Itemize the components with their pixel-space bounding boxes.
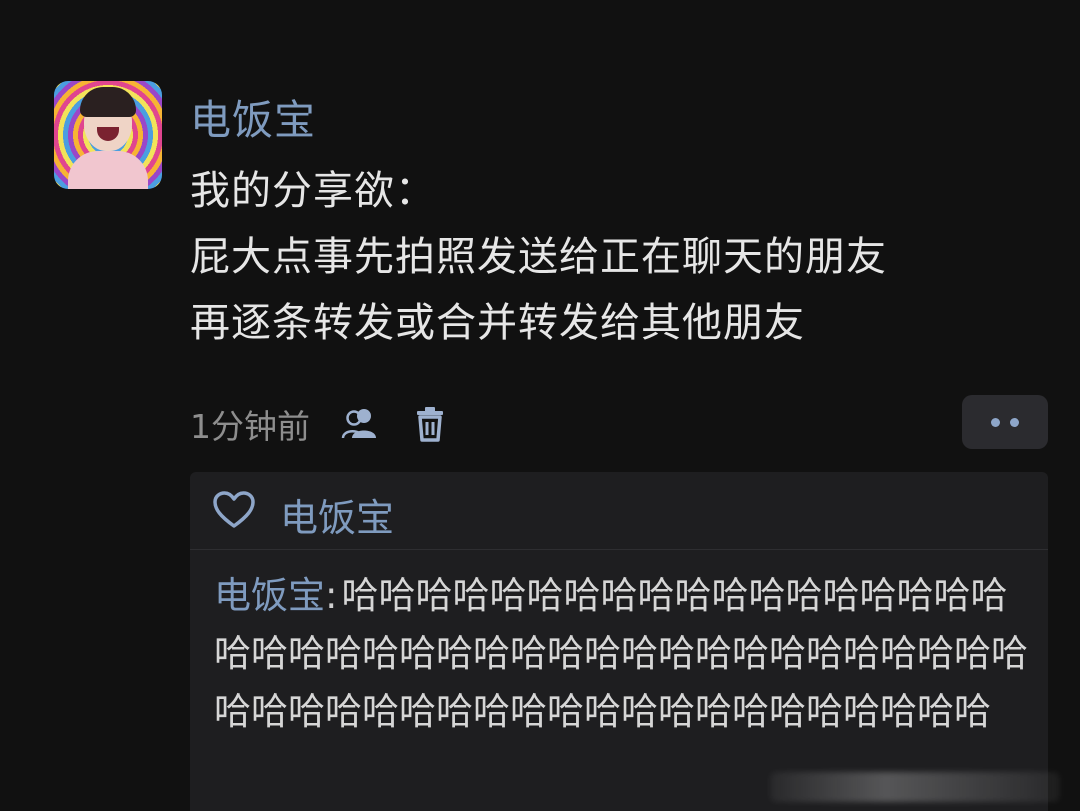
avatar[interactable] (54, 81, 162, 189)
trash-icon[interactable] (410, 404, 450, 444)
avatar-robe (68, 151, 148, 189)
post-content-line: 再逐条转发或合并转发给其他朋友 (190, 300, 805, 346)
comment[interactable]: 电饭宝: 哈哈哈哈哈哈哈哈哈哈哈哈哈哈哈哈哈哈哈哈哈哈哈哈哈哈哈哈哈哈哈哈哈哈哈哈… (214, 567, 1044, 741)
post-content: 我的分享欲： 屁大点事先拍照发送给正在聊天的朋友 再逐条转发或合并转发给其他朋友 (190, 158, 1010, 356)
avatar-hair (80, 87, 136, 117)
watermark (770, 772, 1060, 802)
post-timestamp: 1分钟前 (190, 407, 310, 446)
post-content-line: 我的分享欲： (190, 168, 436, 214)
friends-icon[interactable] (340, 404, 380, 444)
liker-name[interactable]: 电饭宝 (280, 487, 394, 542)
post-meta: 1分钟前 (190, 400, 450, 448)
more-dots-icon[interactable] (962, 395, 1048, 449)
likes-row: 电饭宝 (190, 472, 1048, 550)
more-dot (991, 417, 1000, 427)
more-dot (1010, 417, 1019, 427)
moments-post: 电饭宝 我的分享欲： 屁大点事先拍照发送给正在聊天的朋友 再逐条转发或合并转发给… (0, 0, 1080, 811)
post-content-line: 屁大点事先拍照发送给正在聊天的朋友 (190, 234, 887, 280)
comment-author[interactable]: 电饭宝 (214, 574, 325, 617)
interaction-panel: 电饭宝 电饭宝: 哈哈哈哈哈哈哈哈哈哈哈哈哈哈哈哈哈哈哈哈哈哈哈哈哈哈哈哈哈哈哈哈… (190, 472, 1048, 811)
heart-icon (213, 491, 255, 528)
post-username[interactable]: 电饭宝 (190, 86, 316, 146)
comment-colon: : (325, 574, 338, 617)
